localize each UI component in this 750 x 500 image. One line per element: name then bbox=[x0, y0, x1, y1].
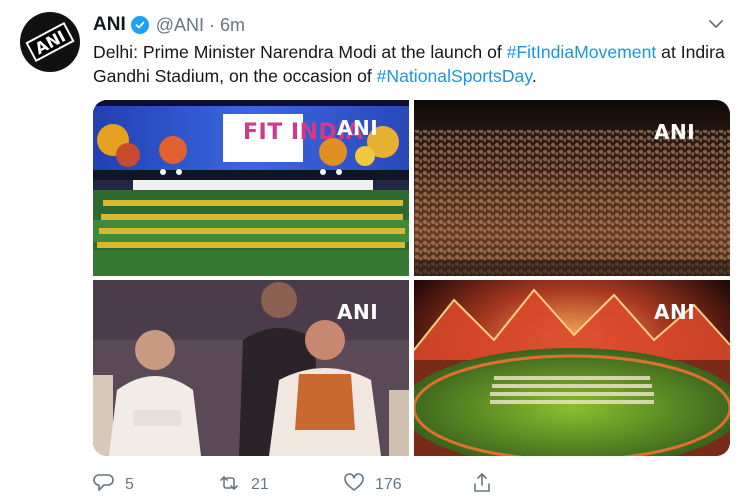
photo-crowd[interactable]: ANI bbox=[414, 100, 730, 276]
share-button[interactable] bbox=[471, 472, 493, 498]
tweet[interactable]: ANI ANI @ANI · 6m Delhi: Prime Minister … bbox=[0, 0, 750, 500]
verified-badge-icon bbox=[130, 16, 149, 34]
share-icon bbox=[471, 472, 493, 499]
display-name[interactable]: ANI bbox=[93, 14, 126, 36]
tweet-header: ANI @ANI · 6m bbox=[93, 13, 245, 37]
timestamp[interactable]: 6m bbox=[220, 15, 245, 36]
retweet-icon bbox=[217, 473, 241, 498]
reply-button[interactable]: 5 bbox=[93, 472, 134, 498]
tweet-text-part: . bbox=[531, 66, 537, 86]
ani-watermark: ANI bbox=[337, 300, 379, 324]
hashtag-link-fitindiamovement[interactable]: #FitIndiaMovement bbox=[507, 42, 657, 62]
reply-count: 5 bbox=[125, 476, 134, 493]
heart-icon bbox=[343, 472, 365, 498]
avatar[interactable]: ANI bbox=[20, 12, 80, 72]
photo-stadium-field[interactable]: ANI bbox=[414, 280, 730, 456]
retweet-button[interactable]: 21 bbox=[217, 472, 269, 498]
ani-watermark: ANI bbox=[654, 120, 696, 144]
separator-dot: · bbox=[209, 14, 216, 35]
ani-watermark: ANI bbox=[654, 300, 696, 324]
tweet-text-part: Delhi: Prime Minister Narendra Modi at t… bbox=[93, 42, 507, 62]
like-button[interactable]: 176 bbox=[343, 472, 402, 498]
chevron-down-icon[interactable] bbox=[704, 14, 728, 34]
photo-stage-launch[interactable]: FIT INDIA ANI bbox=[93, 100, 409, 276]
tweet-actions: 5 21 176 bbox=[93, 472, 513, 498]
photo-dignitaries[interactable]: ANI bbox=[93, 280, 409, 456]
media-grid: FIT INDIA ANI ANI ANI ANI bbox=[93, 100, 730, 456]
tweet-text: Delhi: Prime Minister Narendra Modi at t… bbox=[93, 40, 743, 88]
ani-logo: ANI bbox=[25, 21, 75, 63]
ani-watermark: ANI bbox=[337, 116, 379, 140]
retweet-count: 21 bbox=[251, 476, 269, 493]
user-handle[interactable]: @ANI bbox=[156, 15, 204, 36]
avatar-logo-text: ANI bbox=[31, 26, 69, 58]
reply-icon bbox=[93, 473, 115, 498]
like-count: 176 bbox=[375, 476, 402, 493]
hashtag-link-nationalsportsday[interactable]: #NationalSportsDay bbox=[377, 66, 532, 86]
